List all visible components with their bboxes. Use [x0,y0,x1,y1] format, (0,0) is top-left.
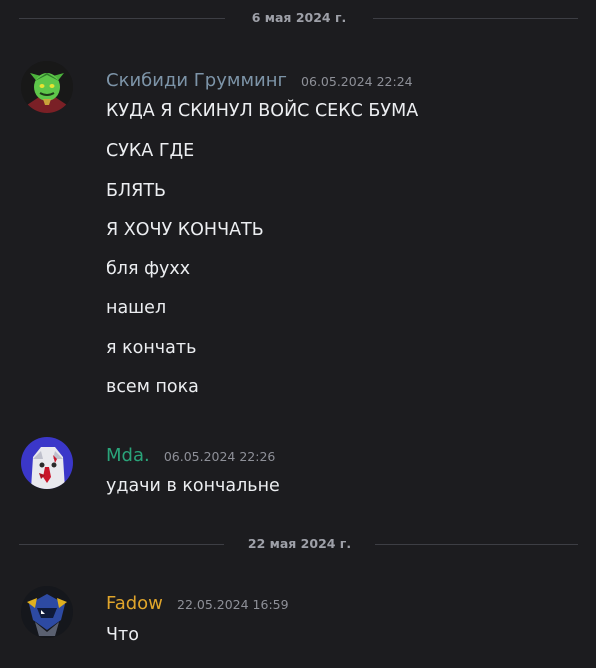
divider-line [19,544,224,545]
message-line: Я ХОЧУ КОНЧАТЬ [106,220,264,240]
date-divider: 6 мая 2024 г. [19,11,578,25]
date-divider: 22 мая 2024 г. [19,537,578,551]
divider-line [375,544,578,545]
user-avatar[interactable] [21,437,73,489]
message-line: БЛЯТЬ [106,181,167,201]
bloody-face-avatar-icon [21,437,73,489]
divider-line [373,18,578,19]
divider-line [19,18,225,19]
date-divider-label: 22 мая 2024 г. [247,536,352,551]
username[interactable]: Mda. [106,445,150,466]
message-line: КУДА Я СКИНУЛ ВОЙС СЕКС БУМА [106,101,419,121]
blue-mech-avatar-icon [21,586,73,638]
username[interactable]: Скибиди Грумминг [106,70,287,91]
timestamp: 22.05.2024 16:59 [177,597,289,612]
message-line: бля фухх [106,259,191,279]
message-line: нашел [106,298,167,318]
green-goblin-avatar-icon [21,61,73,113]
message-line: удачи в кончальне [106,476,280,496]
message-line: Что [106,625,139,645]
user-avatar[interactable] [21,586,73,638]
user-avatar[interactable] [21,61,73,113]
message-header: Mda. 06.05.2024 22:26 [106,445,275,466]
date-divider-label: 6 мая 2024 г. [251,10,347,25]
timestamp: 06.05.2024 22:26 [163,449,276,464]
message-header: Fadow 22.05.2024 16:59 [106,593,289,614]
message-line: всем пока [106,377,199,397]
username[interactable]: Fadow [106,593,163,614]
message-header: Скибиди Грумминг 06.05.2024 22:24 [106,70,413,91]
timestamp: 06.05.2024 22:24 [301,74,413,89]
message-line: СУКА ГДЕ [106,141,195,161]
message-line: я кончать [106,338,197,358]
